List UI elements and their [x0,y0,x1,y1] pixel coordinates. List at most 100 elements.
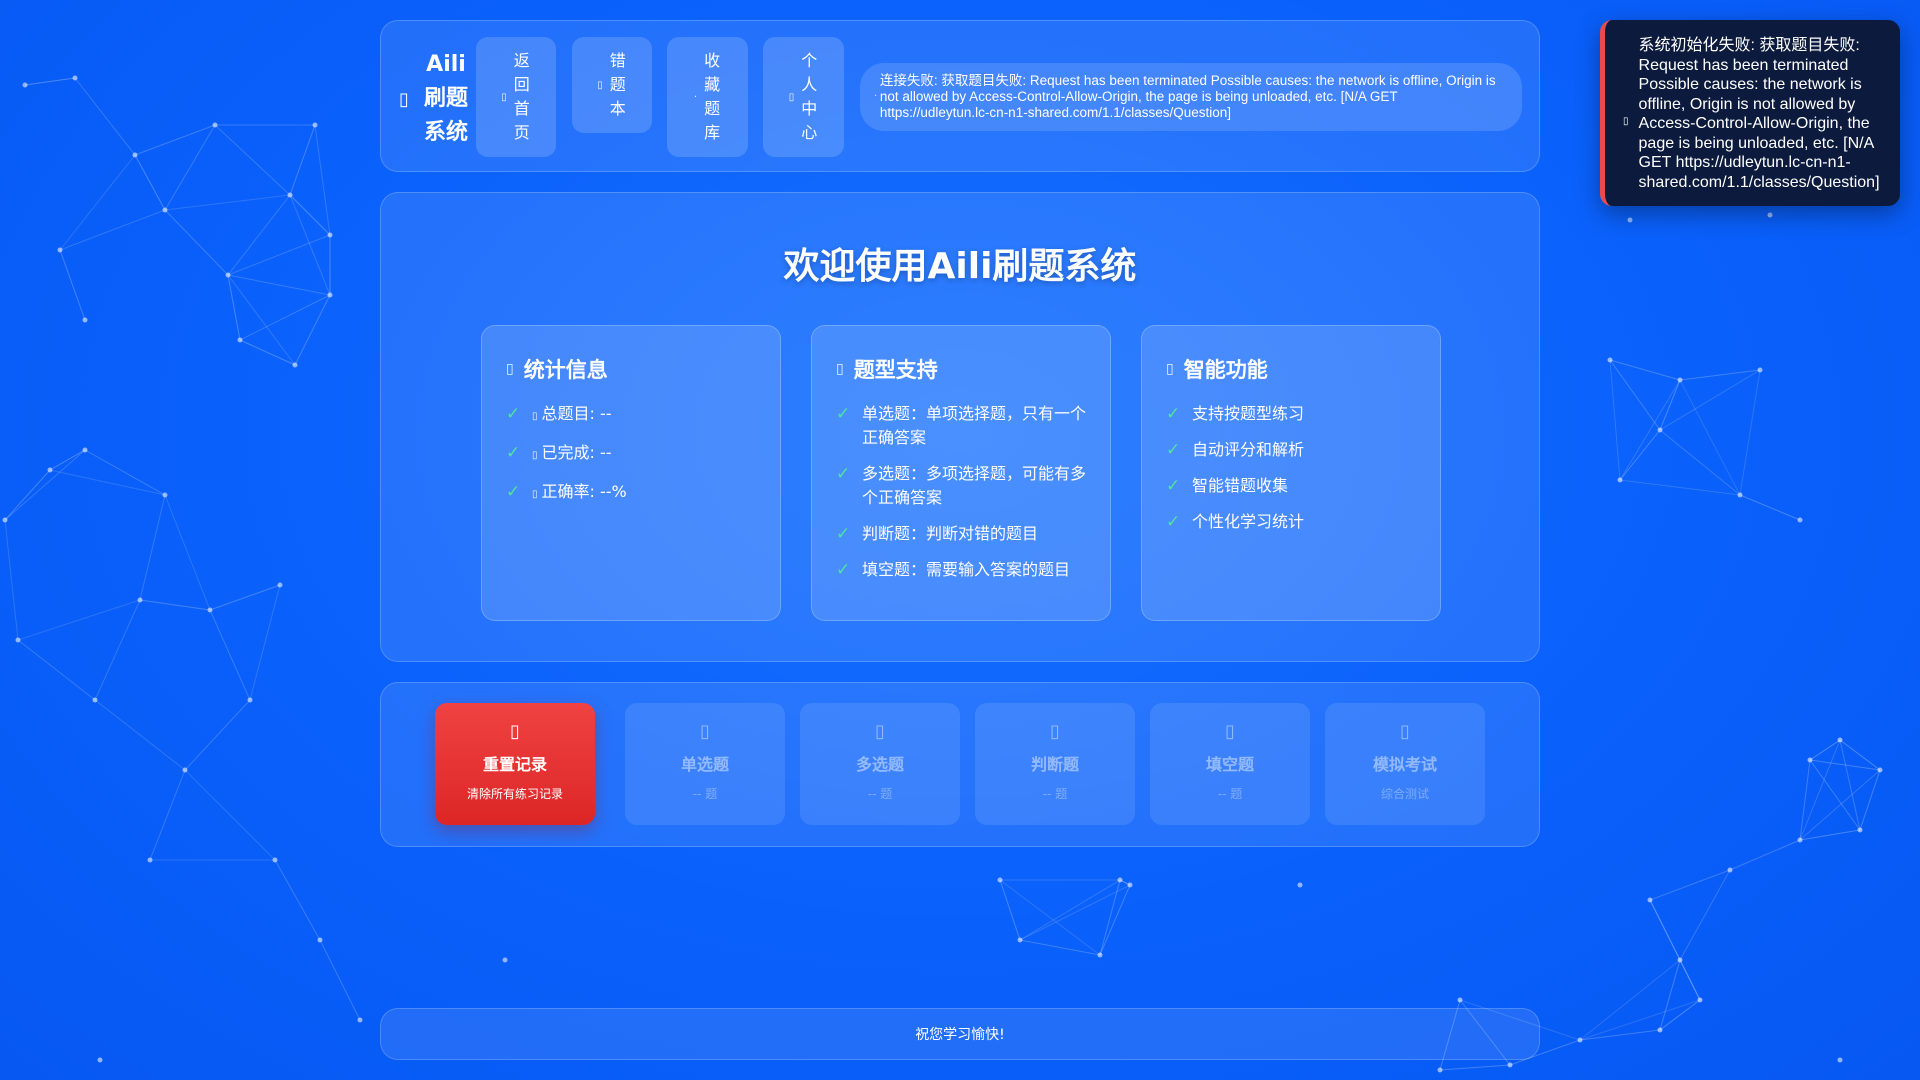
network-line [134,154,166,211]
network-line [164,494,211,611]
network-line [149,769,186,861]
network-line [17,639,96,701]
feature-item: 支持按题型练习 [1192,404,1305,423]
reset-records-button[interactable]: ▯ 重置记录 清除所有练习记录 [435,703,595,825]
network-line [999,879,1021,941]
network-line [1099,884,1131,956]
card-smart-features: ▯ 智能功能 ✓ 支持按题型练习 ✓ 自动评分和解析 ✓ 智能错题收集 ✓ 个性化学习统… [1141,325,1441,621]
network-node [22,82,28,88]
network-node [137,597,143,603]
check-icon: ✓ [836,524,851,544]
check-icon: ✓ [506,443,521,463]
network-line [164,209,229,276]
network-node [312,122,318,128]
list-icon: ▯ [836,361,844,377]
check-icon: ✓ [506,482,521,502]
network-line [1019,884,1131,941]
network-node [247,697,253,703]
network-line [84,449,166,496]
network-node [1607,357,1613,363]
network-line [1659,959,1681,1031]
pencil-icon: ▯ [1225,721,1235,742]
network-line [59,249,86,321]
list-item: ✓ 填空题：需要输入答案的题目 [836,558,1086,582]
network-line [74,77,136,156]
mock-exam-button[interactable]: ▯ 模拟考试 综合测试 [1325,703,1485,825]
check-icon: ✓ [1166,512,1181,532]
nav-wrongbook-button[interactable]: ▯ 错题本 [572,37,652,133]
list-item: ✓ 自动评分和解析 [1166,438,1416,462]
type-multiple-desc: 多选题：多项选择题，可能有多个正确答案 [862,464,1087,507]
network-line [209,584,281,611]
check-icon: ✓ [836,464,851,484]
card-title-text: 智能功能 [1183,358,1268,382]
list-item: ✓ ▯ 已完成: -- [506,441,756,468]
network-node [2,517,8,523]
network-line [1609,359,1621,481]
brand[interactable]: ▯ Aili刷题系统 [399,47,481,151]
fill-blank-button[interactable]: ▯ 填空题 -- 题 [1150,703,1310,825]
multiple-choice-button[interactable]: ▯ 多选题 -- 题 [800,703,960,825]
network-line [17,599,141,641]
single-choice-button[interactable]: ▯ 单选题 -- 题 [625,703,785,825]
network-node [292,362,298,368]
network-line [139,599,211,611]
feature-item: 自动评分和解析 [1192,440,1305,459]
check-icon: ✓ [1166,440,1181,460]
network-line [49,449,86,471]
network-node [1857,827,1863,833]
nav-home-button[interactable]: ▯ 返回首页 [476,37,556,157]
network-node [1677,377,1683,383]
clipboard-icon: ▯ [1400,721,1410,742]
network-node [182,767,188,773]
stat-completed: 已完成: -- [541,443,612,462]
network-line [1679,369,1761,381]
network-line [289,124,316,196]
brain-icon: ▯ [1166,361,1174,377]
card-question-types: ▯ 题型支持 ✓ 单选题：单项选择题，只有一个正确答案 ✓ 多选题：多项选择题，可能… [811,325,1111,621]
network-line [227,274,296,366]
network-node [1627,217,1633,223]
chart-icon: ▯ [506,361,514,377]
network-line [1739,369,1761,496]
true-false-label: 判断题 [1030,755,1079,774]
network-line [4,519,19,641]
network-node [1697,997,1703,1003]
network-line [209,609,251,701]
error-toast[interactable]: ▯ 系统初始化失败: 获取题目失败: Request has been term… [1600,20,1900,206]
nav-wrongbook-label: 错题本 [609,51,626,118]
network-line [319,939,361,1021]
network-line [94,599,141,701]
network-node [1117,877,1123,883]
network-line [239,339,296,366]
network-node [1797,837,1803,843]
network-line [1099,879,1121,956]
home-icon: ▯ [501,91,507,103]
multiple-choice-count: -- 题 [867,787,893,801]
fill-blank-count: -- 题 [1217,787,1243,801]
network-line [214,124,291,196]
nav-profile-button[interactable]: ▯ 个人中心 [763,37,844,157]
nav-favorites-button[interactable]: · 收藏题库 [667,37,748,157]
network-node [225,272,231,278]
type-single-desc: 单选题：单项选择题，只有一个正确答案 [862,404,1087,447]
error-toast-text: 系统初始化失败: 获取题目失败: Request has been termin… [1638,37,1880,191]
card-smart-features-title: ▯ 智能功能 [1166,354,1416,384]
network-line [1659,379,1681,431]
network-node [287,192,293,198]
network-line [274,859,321,941]
network-node [212,122,218,128]
brand-title: Aili刷题系统 [423,52,468,145]
network-line [164,194,291,211]
network-line [1579,1029,1661,1041]
network-line [1619,429,1661,481]
list-item: ✓ 判断题：判断对错的题目 [836,522,1086,546]
true-false-button[interactable]: ▯ 判断题 -- 题 [975,703,1135,825]
card-title-text: 题型支持 [853,358,938,382]
network-line [139,494,166,601]
welcome-title: 欢迎使用Aili刷题系统 [783,246,1137,287]
checkbox-icon: ▯ [875,721,885,742]
stat-total-questions: 总题目: -- [541,404,612,423]
type-fill-desc: 填空题：需要输入答案的题目 [862,560,1071,579]
network-line [1679,379,1741,496]
